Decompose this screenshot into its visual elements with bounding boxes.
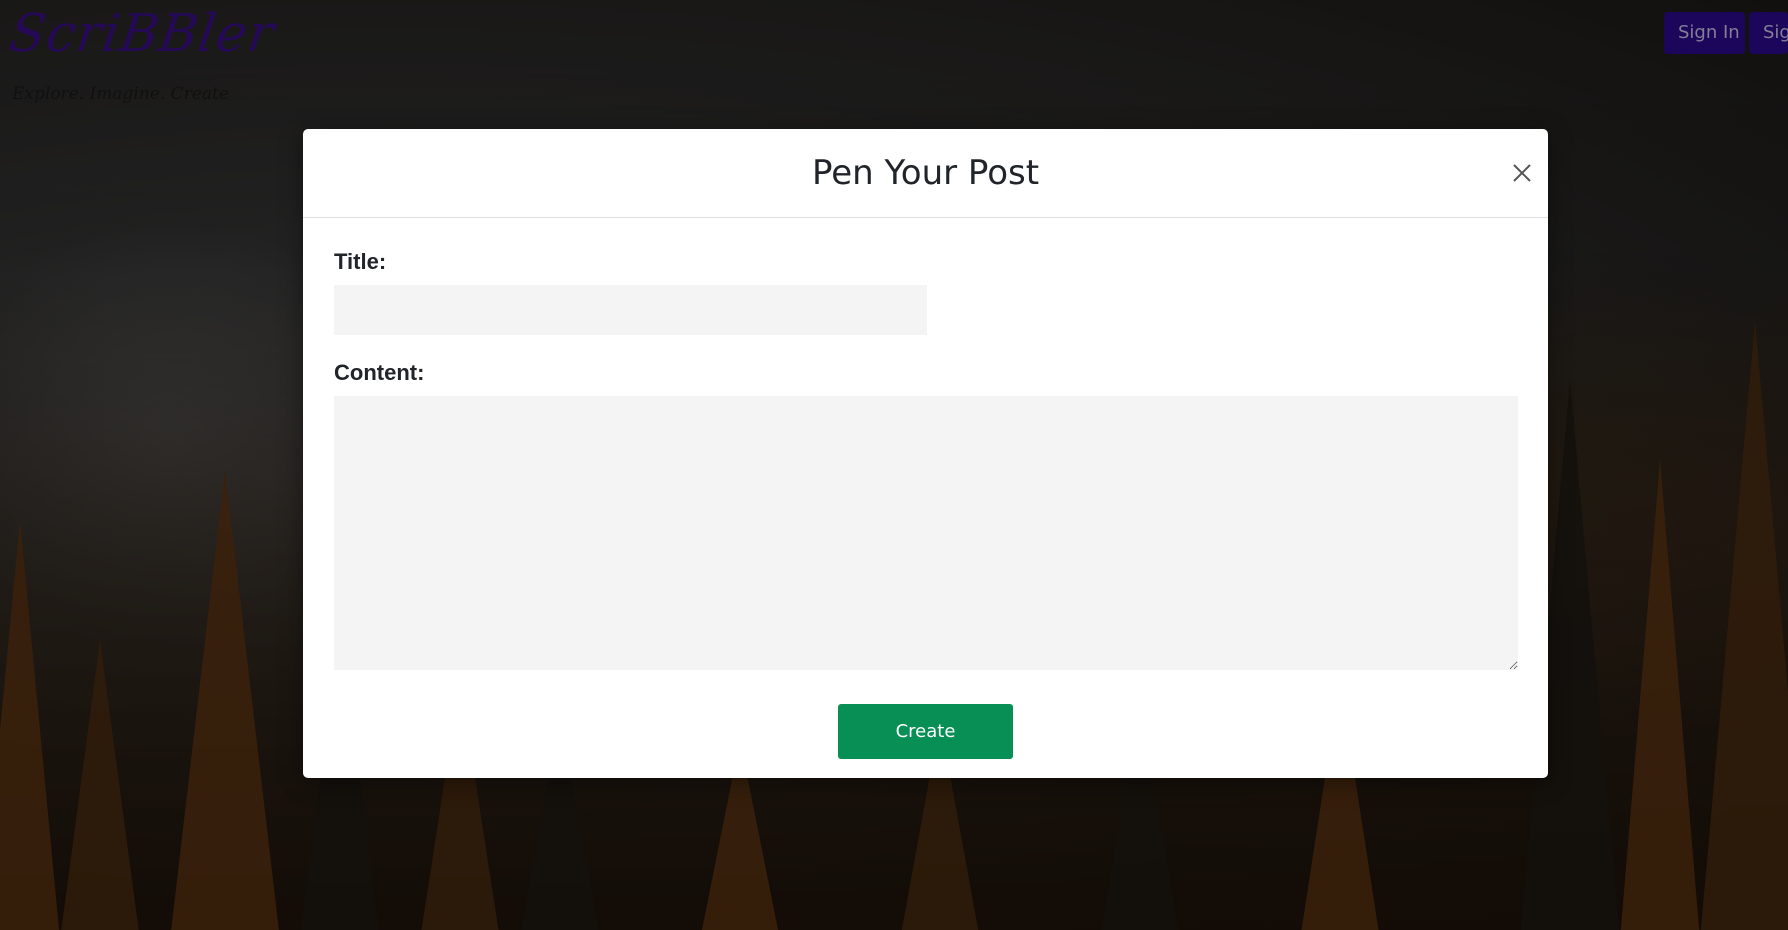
close-icon: [1508, 159, 1536, 187]
create-post-modal: Pen Your Post Title: Content: Create: [303, 129, 1548, 778]
create-button[interactable]: Create: [838, 704, 1013, 759]
title-input[interactable]: [334, 285, 927, 335]
modal-header: Pen Your Post: [303, 129, 1548, 218]
title-field-label: Title:: [334, 249, 387, 274]
content-textarea[interactable]: [334, 396, 1518, 670]
close-button[interactable]: [1508, 159, 1536, 187]
page-background: ScriBBler Explore. Imagine. Create Sign …: [0, 0, 1788, 930]
modal-title: Pen Your Post: [811, 153, 1040, 193]
content-field-label: Content:: [334, 360, 425, 385]
